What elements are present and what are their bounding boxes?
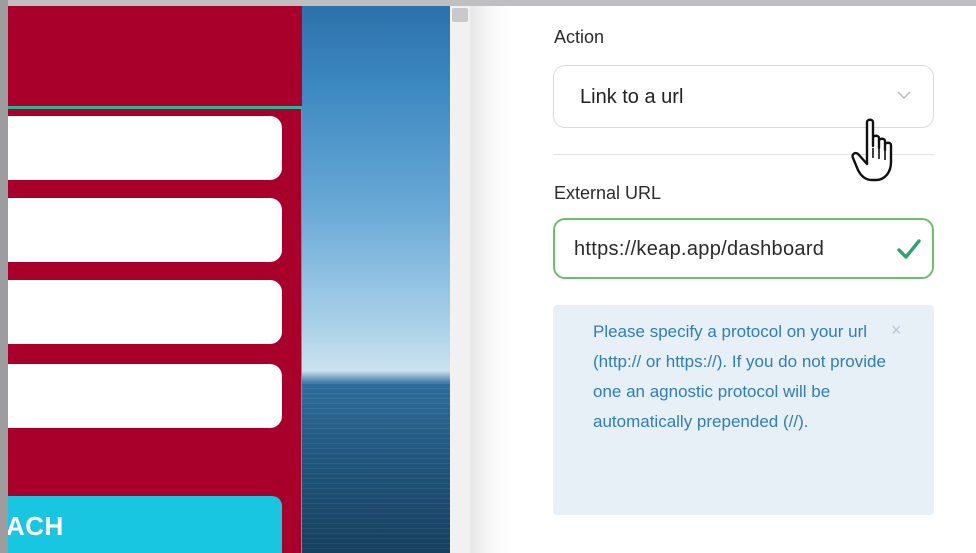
action-select-value: Link to a url	[580, 86, 684, 108]
chevron-down-icon	[897, 91, 911, 99]
protocol-notice-text: Please specify a protocol on your url (h…	[593, 322, 886, 431]
action-label: Action	[554, 27, 605, 47]
ocean-texture	[302, 383, 450, 553]
hand-pointer-cursor-icon	[851, 118, 893, 182]
form-input-2[interactable]	[0, 198, 282, 262]
external-url-label: External URL	[554, 183, 662, 203]
external-url-input[interactable]: https://keap.app/dashboard	[553, 218, 934, 279]
checkmark-icon	[897, 239, 921, 259]
protocol-notice: Please specify a protocol on your url (h…	[553, 305, 934, 515]
scrollbar-thumb[interactable]	[452, 8, 468, 22]
canvas-preview: ACH	[0, 0, 470, 553]
panel-divider	[470, 0, 514, 553]
top-border	[0, 0, 976, 6]
left-border	[0, 0, 8, 553]
form-input-3[interactable]	[0, 280, 282, 344]
canvas-scrollbar[interactable]	[450, 0, 470, 553]
form-input-4[interactable]	[0, 364, 282, 428]
close-icon[interactable]: ×	[891, 321, 902, 339]
form-submit-button[interactable]: ACH	[0, 496, 282, 553]
form-input-1[interactable]	[0, 116, 282, 180]
external-url-value: https://keap.app/dashboard	[574, 238, 825, 260]
